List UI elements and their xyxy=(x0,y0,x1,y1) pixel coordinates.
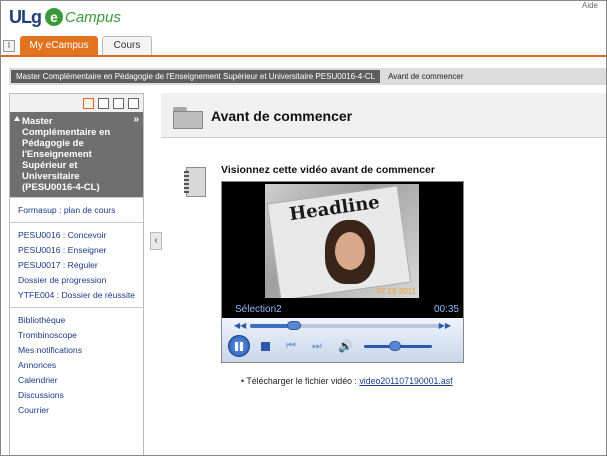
ecampus-logo[interactable]: ULg e Campus xyxy=(9,5,121,29)
content-item-title: Visionnez cette vidéo avant de commencer xyxy=(221,164,435,176)
video-time: 00:35 xyxy=(433,304,459,315)
menu-item-bibliotheque[interactable]: Bibliothèque xyxy=(10,313,143,328)
course-title-text: Master Complémentaire en Pédagogie de l'… xyxy=(22,116,111,193)
stop-button[interactable] xyxy=(261,342,270,351)
download-label: Télécharger le fichier vidéo : xyxy=(246,376,357,386)
volume-handle[interactable] xyxy=(388,341,401,351)
breadcrumb: Master Complémentaire en Pédagogie de l'… xyxy=(9,68,606,85)
menu-item-trombinoscope[interactable]: Trombinoscope xyxy=(10,328,143,343)
menu-item-calendrier[interactable]: Calendrier xyxy=(10,373,143,388)
download-line: • Télécharger le fichier vidéo : video20… xyxy=(241,376,453,386)
video-player[interactable]: Headline 07.19.2011 Sélection2 00:35 ◀◀ … xyxy=(221,181,464,363)
menu-toolbar xyxy=(10,94,143,112)
presenter-face xyxy=(335,232,365,270)
collapse-frame-icon[interactable]: I xyxy=(3,40,15,52)
menu-item-discussions[interactable]: Discussions xyxy=(10,388,143,403)
menu-item-notifications[interactable]: Mes notifications xyxy=(10,343,143,358)
fast-forward-icon[interactable]: ▶▶ xyxy=(439,321,451,330)
volume-icon[interactable]: 🔊 xyxy=(338,339,353,353)
menu-item-reguler[interactable]: PESU0017 : Réguler xyxy=(10,258,143,273)
pause-button[interactable] xyxy=(228,335,250,357)
menu-item-enseigner[interactable]: PESU0016 : Enseigner xyxy=(10,243,143,258)
course-menu: Master Complémentaire en Pédagogie de l'… xyxy=(9,93,144,455)
logo-e-icon: e xyxy=(45,8,63,26)
rewind-icon[interactable]: ◀◀ xyxy=(234,321,246,330)
menu-item-annonces[interactable]: Annonces xyxy=(10,358,143,373)
menu-item-dossier-progression[interactable]: Dossier de progression xyxy=(10,273,143,288)
tab-my-ecampus[interactable]: My eCampus xyxy=(20,36,98,55)
breadcrumb-current: Avant de commencer xyxy=(388,72,464,81)
course-title-bullet-icon xyxy=(14,116,20,121)
folder-view-icon[interactable] xyxy=(98,97,109,109)
page-header: Avant de commencer xyxy=(161,93,606,138)
menu-group-plan: Formasup : plan de cours xyxy=(10,197,143,222)
menu-item-courrier[interactable]: Courrier xyxy=(10,403,143,418)
list-view-icon[interactable] xyxy=(83,97,94,109)
menu-group-modules: PESU0016 : Concevoir PESU0016 : Enseigne… xyxy=(10,222,143,307)
menu-group-tools: Bibliothèque Trombinoscope Mes notificat… xyxy=(10,307,143,422)
menu-item-concevoir[interactable]: PESU0016 : Concevoir xyxy=(10,228,143,243)
help-link[interactable]: Aide xyxy=(582,1,598,10)
logo-campus-text: Campus xyxy=(65,8,121,26)
menu-item-dossier-reussite[interactable]: YTFE004 : Dossier de réussite xyxy=(10,288,143,303)
video-label: Sélection2 xyxy=(235,304,282,315)
next-icon[interactable]: ⏭ xyxy=(312,340,322,353)
refresh-icon[interactable] xyxy=(128,97,139,109)
expand-arrow-icon[interactable]: » xyxy=(133,114,139,125)
video-frame[interactable]: Headline 07.19.2011 xyxy=(265,184,419,298)
menu-item-formasup[interactable]: Formasup : plan de cours xyxy=(10,203,143,218)
collapse-menu-handle[interactable]: ‹ xyxy=(150,232,162,250)
page-title: Avant de commencer xyxy=(211,108,353,124)
download-link[interactable]: video201107190001.asf xyxy=(359,376,452,386)
seek-handle[interactable] xyxy=(286,321,301,330)
breadcrumb-course[interactable]: Master Complémentaire en Pédagogie de l'… xyxy=(11,70,381,83)
logo-ulg-text: ULg xyxy=(9,6,42,27)
tab-cours[interactable]: Cours xyxy=(102,36,152,55)
new-window-icon[interactable] xyxy=(113,97,124,109)
browser-frame: ULg e Campus Aide I My eCampus Cours Mas… xyxy=(0,0,607,456)
video-date-stamp: 07.19.2011 xyxy=(376,287,416,296)
course-title[interactable]: Master Complémentaire en Pédagogie de l'… xyxy=(10,112,143,197)
player-controls: ◀◀ ▶▶ ⏮ ⏭ 🔊 xyxy=(222,318,463,362)
video-item-icon xyxy=(184,167,208,199)
header: ULg e Campus Aide xyxy=(1,1,606,37)
tab-bar: I My eCampus Cours xyxy=(1,35,606,57)
previous-icon[interactable]: ⏮ xyxy=(286,340,296,353)
folder-icon xyxy=(173,107,203,129)
